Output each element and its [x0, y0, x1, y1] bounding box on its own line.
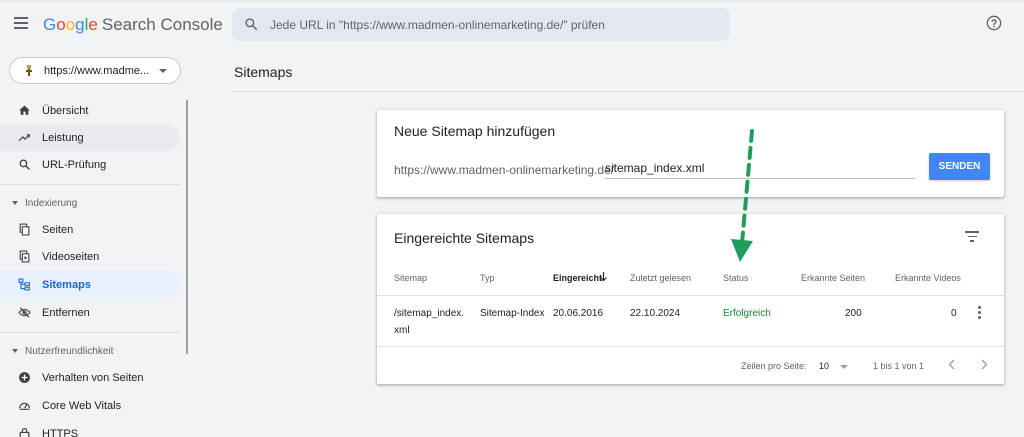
pages-icon	[19, 223, 30, 236]
cell-status: Erfolgreich	[723, 308, 771, 319]
sidebar-item-pages[interactable]: Seiten	[0, 216, 180, 243]
section-experience[interactable]: Nutzerfreundlichkeit	[12, 346, 113, 357]
sidebar-item-removals[interactable]: Entfernen	[0, 299, 180, 326]
sidebar-item-core-web-vitals[interactable]: Core Web Vitals	[0, 392, 180, 419]
chevron-down-icon	[12, 349, 18, 354]
column-header-discovered-pages[interactable]: Erkannte Seiten	[801, 273, 865, 283]
home-icon	[19, 105, 30, 115]
column-header-submitted[interactable]: Eingereicht	[553, 273, 602, 283]
trending-up-icon	[18, 134, 30, 142]
column-header-status[interactable]: Status	[723, 273, 749, 283]
help-icon[interactable]	[986, 15, 1002, 31]
column-header-discovered-videos[interactable]: Erkannte Videos	[895, 273, 961, 283]
add-sitemap-card: Neue Sitemap hinzufügen https://www.madm…	[377, 110, 1004, 197]
table-footer-divider	[377, 346, 1004, 347]
eye-off-icon	[18, 307, 31, 318]
sort-arrow-down-icon[interactable]	[599, 271, 608, 282]
cell-last-read: 22.10.2024	[630, 308, 681, 319]
annotation-arrow-icon	[731, 129, 754, 262]
rows-per-page-select[interactable]: 10	[819, 361, 829, 371]
submitted-sitemaps-card: Eingereichte Sitemaps Sitemap Typ Einger…	[377, 214, 1004, 384]
sidebar-divider	[0, 332, 180, 333]
cell-sitemap: /sitemap_index.xml	[394, 308, 465, 336]
table-header-divider	[377, 295, 1004, 296]
chevron-left-icon[interactable]	[948, 359, 956, 370]
menu-icon[interactable]	[14, 17, 28, 29]
submitted-sitemaps-title: Eingereichte Sitemaps	[394, 230, 535, 246]
search-icon	[245, 18, 258, 31]
property-favicon-icon	[23, 64, 35, 77]
page-title: Sitemaps	[234, 64, 293, 80]
url-inspection-search[interactable]	[232, 8, 730, 41]
video-pages-icon	[19, 250, 30, 263]
sidebar-item-performance[interactable]: Leistung	[0, 124, 180, 151]
more-vert-icon[interactable]	[978, 306, 982, 320]
section-indexing[interactable]: Indexierung	[12, 198, 77, 209]
sitemap-url-prefix: https://www.madmen-onlinemarketing.de/	[394, 163, 615, 177]
cell-discovered-pages: 200	[845, 308, 862, 319]
cell-submitted: 20.06.2016	[553, 308, 604, 319]
send-button[interactable]: SENDEN	[929, 153, 990, 180]
property-label: https://www.madme...	[44, 65, 150, 77]
chevron-down-icon	[12, 201, 18, 206]
sidebar-item-url-inspection[interactable]: URL-Prüfung	[0, 151, 180, 178]
search-icon	[19, 159, 30, 170]
sidebar-item-page-experience[interactable]: Verhalten von Seiten	[0, 364, 180, 391]
sidebar-item-video-pages[interactable]: Videoseiten	[0, 243, 180, 270]
filter-icon[interactable]	[965, 231, 979, 243]
rows-per-page-label: Zeilen pro Seite:	[741, 361, 807, 371]
sitemap-icon	[18, 278, 30, 291]
add-sitemap-title: Neue Sitemap hinzufügen	[394, 123, 556, 139]
lock-icon	[19, 428, 30, 437]
speed-gauge-icon	[19, 402, 30, 410]
header-divider	[232, 91, 1024, 92]
column-header-last-read[interactable]: Zuletzt gelesen	[630, 273, 691, 283]
sidebar-scrollbar[interactable]	[186, 100, 188, 354]
search-input[interactable]	[270, 8, 720, 41]
cell-discovered-videos: 0	[951, 308, 957, 319]
search-console-logo[interactable]: Google Search Console	[43, 15, 223, 35]
sidebar-item-https[interactable]: HTTPS	[0, 420, 180, 437]
sidebar-divider	[0, 184, 180, 185]
plus-circle-icon	[19, 372, 30, 383]
chevron-down-icon[interactable]	[840, 365, 848, 369]
top-bar: Google Search Console	[0, 0, 1024, 50]
pagination-range: 1 bis 1 von 1	[873, 361, 925, 371]
sidebar-item-sitemaps[interactable]: Sitemaps	[0, 271, 180, 298]
column-header-type[interactable]: Typ	[480, 273, 495, 283]
chevron-down-icon	[159, 69, 167, 73]
top-border	[0, 0, 1024, 2]
property-selector[interactable]: https://www.madme...	[9, 57, 181, 84]
sidebar-item-overview[interactable]: Übersicht	[0, 97, 180, 124]
cell-type: Sitemap-Index	[480, 308, 545, 319]
column-header-sitemap[interactable]: Sitemap	[394, 273, 427, 283]
chevron-right-icon[interactable]	[980, 359, 988, 370]
